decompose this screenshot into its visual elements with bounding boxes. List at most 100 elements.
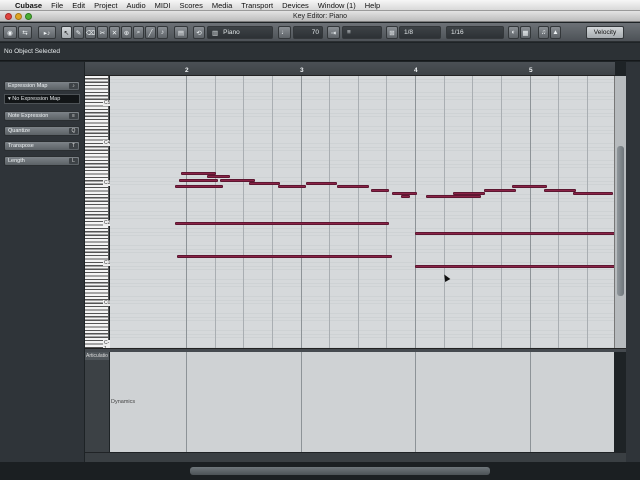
menu-project[interactable]: Project — [94, 1, 117, 10]
midi-note[interactable] — [306, 182, 338, 185]
menu-help[interactable]: Help — [365, 1, 380, 10]
menu-audio[interactable]: Audio — [126, 1, 145, 10]
dynamics-label: Dynamics — [111, 399, 136, 405]
speaker-icon[interactable]: ♪ — [157, 26, 168, 39]
ruler-bar-4: 4 — [414, 67, 418, 74]
beat-line — [243, 76, 244, 348]
midi-note[interactable] — [176, 255, 393, 259]
menu-midi[interactable]: MIDI — [155, 1, 171, 10]
articulation-tab[interactable]: Articulatio — [85, 352, 109, 360]
color-scheme-icon[interactable]: ◐ — [508, 26, 519, 39]
beat-line — [501, 76, 502, 348]
length-button[interactable]: Length L — [4, 156, 80, 166]
menu-media[interactable]: Media — [212, 1, 232, 10]
vertical-scroll-thumb[interactable] — [617, 146, 624, 296]
menu-edit[interactable]: Edit — [72, 1, 85, 10]
solo-editor-icon[interactable]: ◉ — [3, 26, 17, 39]
view-mode-button[interactable]: Velocity — [586, 26, 624, 39]
glue-tool-icon[interactable]: ⊕ — [121, 26, 132, 39]
bar-line — [301, 352, 302, 452]
quantize-button[interactable]: Quantize Q — [4, 126, 80, 136]
midi-note[interactable] — [544, 188, 577, 192]
independent-track-loop-icon[interactable]: ⟲ — [193, 26, 205, 39]
expression-map-button[interactable]: Expression Map ♪ — [4, 81, 80, 91]
midi-note[interactable] — [371, 188, 389, 192]
split-tool-icon[interactable]: ✕ — [109, 26, 120, 39]
menu-scores[interactable]: Scores — [180, 1, 203, 10]
length-label: Length — [8, 158, 25, 164]
midi-note[interactable] — [277, 185, 307, 189]
insert-velocity-field[interactable]: 70 — [293, 26, 323, 39]
midi-note[interactable] — [415, 232, 614, 235]
length-icon: L — [69, 158, 78, 164]
vertical-scrollbar[interactable] — [614, 76, 626, 348]
quantize-label: Quantize — [8, 128, 31, 134]
midi-note[interactable] — [174, 185, 223, 189]
metronome-icon[interactable]: ▲ — [550, 26, 561, 39]
piano-keyboard[interactable]: C5 C4 C3 C2 C1 C0 C-1 — [85, 76, 112, 352]
quantize-preset-select[interactable]: 1/8 — [399, 26, 441, 39]
minimize-window-button[interactable] — [15, 13, 22, 20]
midi-note[interactable] — [248, 182, 280, 185]
note-expression-icon: ≡ — [69, 113, 78, 119]
midi-note[interactable] — [573, 192, 614, 195]
midi-note[interactable] — [337, 185, 370, 189]
midi-note[interactable] — [401, 195, 411, 199]
midi-note[interactable] — [415, 265, 614, 269]
close-window-button[interactable] — [5, 13, 12, 20]
step-input-icon[interactable]: ⇥ — [327, 26, 340, 39]
current-track-label: Piano — [223, 29, 240, 36]
trim-tool-icon[interactable]: ✂ — [97, 26, 108, 39]
zoom-window-button[interactable] — [25, 13, 32, 20]
bar-line — [415, 76, 416, 348]
bar-line — [530, 352, 531, 452]
zoom-tool-icon[interactable]: ⌕ — [133, 26, 144, 39]
note-grid[interactable] — [110, 76, 614, 348]
length-value: 1/16 — [451, 29, 464, 36]
beat-line — [386, 76, 387, 348]
beat-line — [272, 76, 273, 348]
acoustic-feedback-icon[interactable]: ▸♪ — [38, 26, 56, 39]
midi-note[interactable] — [512, 185, 547, 189]
midi-note[interactable] — [426, 195, 482, 199]
current-track-select[interactable]: ▥ Piano — [207, 26, 273, 39]
note-expression-button[interactable]: Note Expression ≡ — [4, 111, 80, 121]
bar-line — [530, 76, 531, 348]
transpose-icon: T — [69, 143, 78, 149]
beat-line — [444, 76, 445, 348]
midi-note[interactable] — [206, 175, 230, 179]
ruler-bar-5: 5 — [529, 67, 533, 74]
window-layout-icon[interactable]: ▦ — [520, 26, 531, 39]
step-mode-field[interactable]: ≡ — [342, 26, 382, 39]
beat-line — [358, 76, 359, 348]
line-tool-icon[interactable]: ╱ — [145, 26, 156, 39]
object-selection-tool-icon[interactable]: ↖ — [61, 26, 72, 39]
ruler-bar-2: 2 — [185, 67, 189, 74]
erase-tool-icon[interactable]: ⌫ — [85, 26, 96, 39]
length-quantize-select[interactable]: 1/16 — [446, 26, 504, 39]
midi-note[interactable] — [452, 192, 485, 195]
bar-line — [415, 352, 416, 452]
horizontal-scroll-thumb[interactable] — [190, 467, 490, 475]
snap-icon[interactable]: ⊞ — [386, 26, 398, 39]
menu-transport[interactable]: Transport — [241, 1, 273, 10]
menu-app[interactable]: Cubase — [15, 1, 42, 10]
midi-note[interactable] — [179, 178, 219, 182]
bar-ruler[interactable]: 2 3 4 5 — [85, 62, 615, 76]
transpose-button[interactable]: Transpose T — [4, 141, 80, 151]
insert-velocity-icon[interactable]: ♩ — [278, 26, 291, 39]
info-line: No Object Selected — [0, 43, 640, 61]
midi-note[interactable] — [174, 222, 389, 225]
show-info-icon[interactable]: ▤ — [174, 26, 188, 39]
horizontal-scrollbar[interactable] — [0, 462, 640, 480]
chord-icon[interactable]: ♫ — [538, 26, 549, 39]
menu-file[interactable]: File — [51, 1, 63, 10]
expression-map-value: No Expression Map — [12, 96, 61, 102]
midi-note[interactable] — [483, 188, 516, 192]
autoscroll-icon[interactable]: ⇆ — [18, 26, 32, 39]
menu-devices[interactable]: Devices — [282, 1, 309, 10]
expression-map-select[interactable]: ▾ No Expression Map — [4, 94, 80, 104]
controller-lane[interactable]: Dynamics — [110, 352, 614, 452]
menu-window[interactable]: Window (1) — [318, 1, 356, 10]
draw-tool-icon[interactable]: ✎ — [73, 26, 84, 39]
